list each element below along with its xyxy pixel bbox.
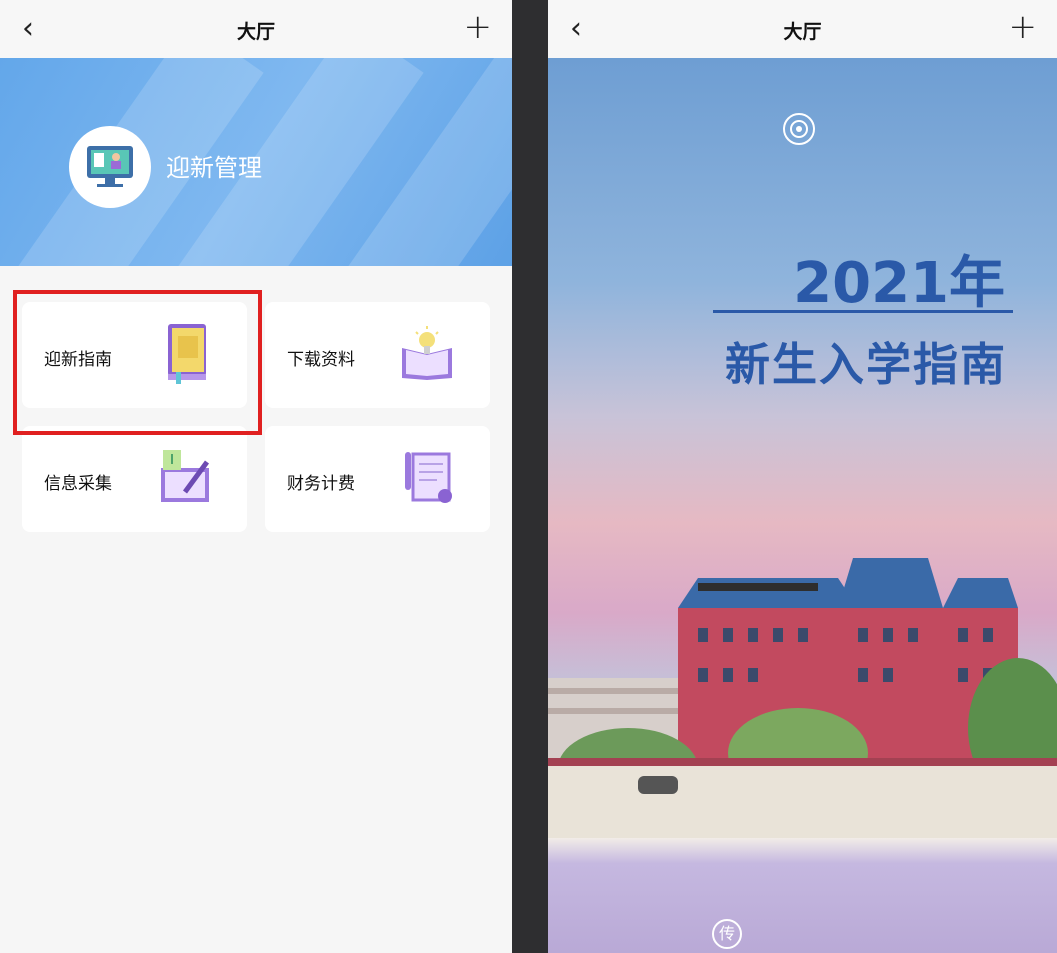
card-label: 财务计费 <box>287 474 355 494</box>
pencil-notebook-icon <box>161 450 210 502</box>
card-label: 信息采集 <box>44 474 112 494</box>
card-label: 下载资料 <box>287 350 355 370</box>
college-emblem-icon <box>783 113 815 145</box>
left-screen: ‹ 大厅 + 迎新管理 迎新指南 下载资料 信息采集 财务计费 <box>0 0 512 953</box>
card-finance-billing[interactable]: 财务计费 <box>265 426 490 532</box>
guide-cover-image: 2021年 新生入学指南 传 <box>548 58 1057 953</box>
plus-icon[interactable]: + <box>1009 10 1038 44</box>
highlight-box <box>13 290 262 435</box>
page-title: 大厅 <box>783 21 822 43</box>
card-info-collection[interactable]: 信息采集 <box>22 426 247 532</box>
card-download-materials[interactable]: 下载资料 <box>265 302 490 408</box>
right-screen: ‹ 大厅 + 2021年 新生入学指南 传 <box>548 0 1057 953</box>
computer-monitor-icon <box>69 126 151 208</box>
document-clip-icon <box>405 452 452 503</box>
seal-mark: 传 <box>712 919 742 949</box>
campus-building-illustration <box>548 558 1057 838</box>
page-title: 大厅 <box>236 21 275 43</box>
cover-title: 新生入学指南 <box>724 338 1007 391</box>
banner: 迎新管理 <box>0 58 512 266</box>
lightbulb-book-icon <box>402 326 452 380</box>
top-nav-bar: ‹ 大厅 + <box>548 0 1057 58</box>
top-nav-bar: ‹ 大厅 + <box>0 0 512 58</box>
banner-title: 迎新管理 <box>166 154 262 182</box>
cover-divider <box>713 310 1013 313</box>
cover-year: 2021年 <box>793 251 1005 316</box>
plus-icon[interactable]: + <box>464 10 493 44</box>
